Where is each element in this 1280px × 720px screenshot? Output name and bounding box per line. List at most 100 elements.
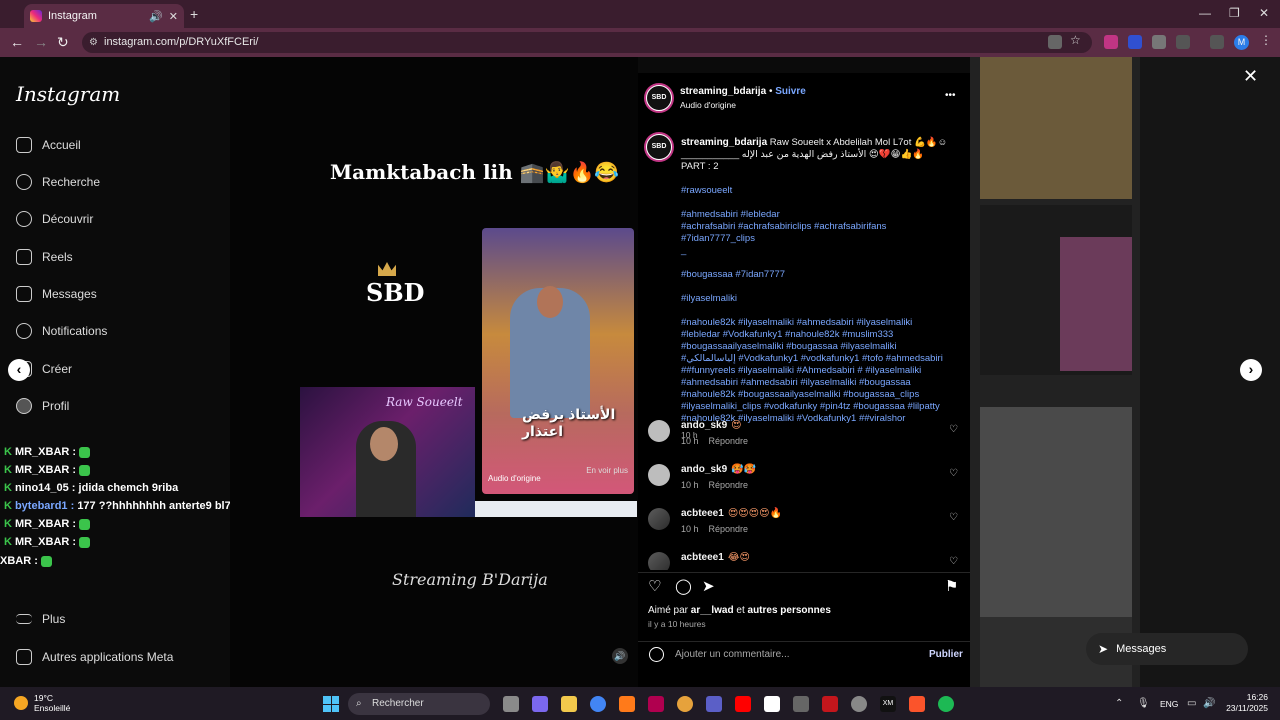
comment-avatar[interactable] [648, 508, 670, 530]
extensions-puzzle-icon[interactable] [1176, 35, 1190, 49]
comment-avatar[interactable] [648, 552, 670, 570]
comment-username[interactable]: ando_sk9 [681, 464, 727, 475]
comment-avatar[interactable] [648, 420, 670, 442]
app-icon[interactable] [851, 696, 867, 712]
tray-chevron-icon[interactable]: ⌃ [1115, 698, 1123, 709]
emoji-picker-icon[interactable] [649, 647, 664, 662]
likes-user[interactable]: ar__lwad [691, 605, 734, 616]
nav-reels[interactable]: Reels [16, 249, 73, 265]
add-comment-input[interactable]: Ajouter un commentaire... [675, 649, 790, 660]
extension-icon[interactable] [1128, 35, 1142, 49]
audio-origin-link[interactable]: Audio d'origine [680, 100, 736, 110]
task-view-icon[interactable] [503, 696, 519, 712]
window-close-button[interactable]: ✕ [1259, 6, 1269, 20]
extension-icon[interactable] [1104, 35, 1118, 49]
post-options-icon[interactable]: ••• [945, 90, 956, 101]
extension-icon[interactable] [1152, 35, 1166, 49]
teams-icon[interactable] [706, 696, 722, 712]
taskbar-clock[interactable]: 16:26 23/11/2025 [1224, 692, 1268, 714]
file-explorer-icon[interactable] [561, 696, 577, 712]
window-minimize-button[interactable]: — [1199, 6, 1211, 20]
likes-others-link[interactable]: autres personnes [748, 605, 831, 616]
hashtag-group[interactable]: #ahmedsabiri #lebledar #achrafsabiri #ac… [681, 209, 951, 257]
mute-toggle-icon[interactable]: 🔊 [612, 648, 628, 664]
weather-widget[interactable]: 19°C Ensoleillé [14, 693, 70, 713]
app-icon[interactable] [793, 696, 809, 712]
windows-start-icon[interactable] [323, 696, 339, 712]
microphone-icon[interactable]: 🎙 [1137, 698, 1150, 709]
nav-meta-apps[interactable]: Autres applications Meta [16, 649, 173, 665]
app-icon[interactable] [764, 696, 780, 712]
hashtag-group[interactable]: #nahoule82k #ilyaselmaliki #ahmedsabiri … [681, 317, 951, 425]
reading-list-icon[interactable] [1210, 35, 1224, 49]
cast-icon[interactable] [1048, 35, 1062, 49]
youtube-icon[interactable] [735, 696, 751, 712]
comment-username[interactable]: acbteee1 [681, 552, 724, 563]
reload-button[interactable]: ↻ [57, 34, 69, 51]
like-comment-heart-icon[interactable]: ♡ [949, 468, 958, 479]
back-button[interactable]: ← [10, 34, 24, 50]
publish-button[interactable]: Publier [929, 649, 963, 660]
comment-avatar[interactable] [648, 464, 670, 486]
author-avatar[interactable]: SBD [646, 85, 672, 111]
like-heart-icon[interactable]: ♡ [648, 577, 661, 595]
nav-plus[interactable]: Plus [16, 612, 65, 626]
close-modal-icon[interactable]: ✕ [1243, 66, 1258, 87]
brave-icon[interactable] [909, 696, 925, 712]
language-indicator[interactable]: ENG [1160, 699, 1178, 709]
likes-and: et [736, 605, 745, 616]
comment-username[interactable]: ando_sk9 [681, 420, 727, 431]
profile-avatar-icon[interactable]: M [1234, 35, 1249, 50]
share-send-icon[interactable]: ➤ [702, 577, 715, 595]
url-field[interactable]: ⚙ instagram.com/p/DRYuXfFCEri/ [82, 32, 1092, 53]
copilot-icon[interactable] [532, 696, 548, 712]
like-comment-heart-icon[interactable]: ♡ [949, 556, 958, 567]
reply-button[interactable]: Répondre [709, 524, 749, 534]
save-bookmark-icon[interactable]: ⚑ [945, 577, 958, 595]
volume-icon[interactable]: 🔊 [1203, 698, 1215, 709]
reply-button[interactable]: Répondre [709, 436, 749, 446]
nav-accueil[interactable]: Accueil [16, 137, 81, 153]
reply-button[interactable]: Répondre [709, 480, 749, 490]
tab-close-icon[interactable]: ✕ [169, 10, 178, 23]
spotify-icon[interactable] [938, 696, 954, 712]
tab-audio-icon[interactable]: 🔊 [149, 10, 163, 23]
author-username[interactable]: streaming_bdarija [680, 86, 766, 97]
app-icon[interactable]: XM [880, 696, 896, 712]
new-tab-button[interactable]: + [190, 6, 198, 22]
caption-author[interactable]: streaming_bdarija [681, 137, 767, 148]
hashtag-group[interactable]: #rawsoueelt [681, 185, 951, 197]
app-icon[interactable] [822, 696, 838, 712]
instagram-logo[interactable]: Instagram [16, 82, 120, 106]
kick-icon: K [4, 500, 12, 512]
comment-bubble-icon[interactable]: ◯ [675, 577, 692, 595]
bookmark-star-icon[interactable]: ☆ [1070, 33, 1084, 47]
follow-button[interactable]: Suivre [775, 86, 806, 97]
nav-decouvrir[interactable]: Découvrir [16, 211, 93, 227]
like-comment-heart-icon[interactable]: ♡ [949, 424, 958, 435]
chrome-icon[interactable] [590, 696, 606, 712]
network-icon[interactable]: ▭ [1187, 698, 1196, 709]
window-restore-button[interactable]: ❐ [1229, 6, 1240, 20]
like-comment-heart-icon[interactable]: ♡ [949, 512, 958, 523]
taskbar-search[interactable]: ⌕ Rechercher [348, 693, 490, 715]
next-post-arrow-icon[interactable]: › [1240, 359, 1262, 381]
forward-button[interactable]: → [34, 34, 48, 50]
hashtag-group[interactable]: #ilyaselmaliki [681, 293, 951, 305]
hashtag-group[interactable]: #bougassaa #7idan7777 [681, 269, 951, 281]
browser-tab[interactable]: Instagram 🔊 ✕ [24, 4, 184, 28]
video-clip-teacher: الأستاذ يرفض اعتذار En voir plus Audio d… [482, 228, 634, 494]
app-icon[interactable] [677, 696, 693, 712]
nav-notifications[interactable]: Notifications [16, 323, 107, 339]
comment-username[interactable]: acbteee1 [681, 508, 724, 519]
nav-messages[interactable]: Messages [16, 286, 97, 302]
previous-post-arrow-icon[interactable]: ‹ [8, 359, 30, 381]
app-icon[interactable] [648, 696, 664, 712]
nav-recherche[interactable]: Recherche [16, 174, 100, 190]
nav-profil[interactable]: Profil [16, 398, 69, 414]
site-info-icon[interactable]: ⚙ [89, 32, 98, 53]
messages-float-button[interactable]: ➤ Messages [1086, 633, 1248, 665]
browser-menu-icon[interactable]: ⋮ [1260, 33, 1274, 47]
app-icon[interactable] [619, 696, 635, 712]
caption-author-avatar[interactable]: SBD [646, 134, 672, 160]
